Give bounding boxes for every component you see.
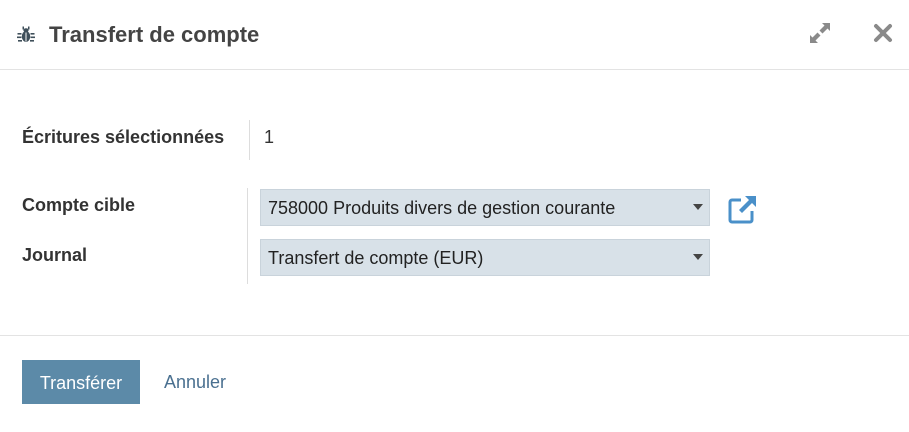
target-account-select[interactable]: 758000 Produits divers de gestion couran… [260,189,710,226]
bug-icon [17,26,35,42]
selected-entries-value: 1 [264,127,275,147]
cancel-button[interactable]: Annuler [164,370,226,394]
selected-entries-label: Écritures sélectionnées [22,127,225,147]
transfer-button[interactable]: Transférer [22,360,140,404]
dialog-title: Transfert de compte [49,22,260,47]
field-separator [247,188,248,284]
journal-select[interactable]: Transfert de compte (EUR) [260,239,710,276]
footer-divider [0,335,909,336]
field-separator [249,120,250,160]
dialog-header: Transfert de compte [0,0,909,70]
transfer-dialog: Transfert de compte Écritures sélectionn… [0,0,909,432]
external-link-icon[interactable] [727,193,759,225]
target-account-label: Compte cible [22,195,136,215]
journal-label: Journal [22,245,88,265]
journal-value: Transfert de compte (EUR) [268,248,484,268]
expand-icon[interactable] [805,18,835,48]
chevron-down-icon [693,254,703,260]
chevron-down-icon [693,204,703,210]
close-icon[interactable] [868,18,898,48]
target-account-value: 758000 Produits divers de gestion couran… [268,198,616,218]
